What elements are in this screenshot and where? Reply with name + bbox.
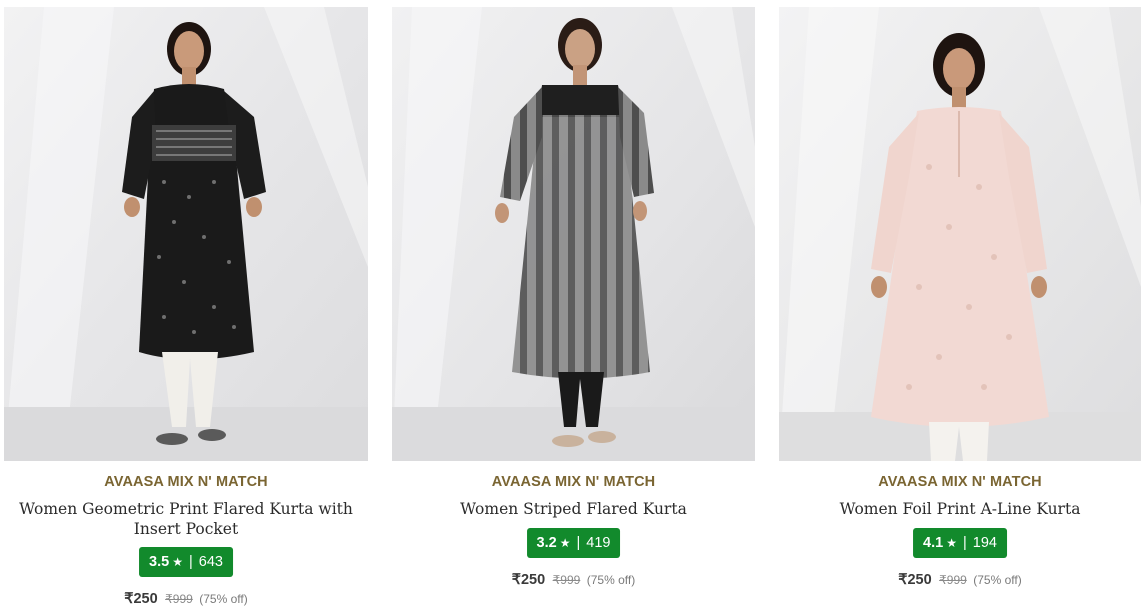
review-count: 419	[586, 535, 611, 551]
product-title[interactable]: Women Striped Flared Kurta	[392, 499, 755, 519]
rating-score: 3.2	[536, 535, 557, 551]
sale-price: ₹250	[511, 572, 546, 588]
rating-badge: 3.2 ★ | 419	[526, 528, 621, 558]
rating-score: 3.5	[149, 554, 170, 570]
product-image[interactable]	[392, 7, 755, 461]
rating-badge: 4.1 ★ | 194	[913, 528, 1007, 558]
discount-label: (75% off)	[586, 573, 636, 587]
review-count: 643	[198, 554, 223, 570]
rating-separator: |	[576, 535, 581, 551]
original-price: ₹999	[552, 573, 581, 587]
star-icon: ★	[559, 536, 571, 550]
price-row: ₹250 ₹999 (75% off)	[779, 571, 1141, 589]
original-price: ₹999	[165, 592, 193, 606]
price-row: ₹250 ₹999 (75% off)	[4, 590, 368, 608]
discount-label: (75% off)	[199, 592, 248, 606]
original-price: ₹999	[939, 573, 967, 587]
star-icon: ★	[172, 555, 183, 569]
sale-price: ₹250	[124, 591, 158, 607]
review-count: 194	[972, 535, 997, 551]
price-row: ₹250 ₹999 (75% off)	[392, 571, 755, 589]
rating-badge: 3.5 ★ | 643	[139, 547, 233, 577]
sale-price: ₹250	[898, 572, 932, 588]
rating-separator: |	[188, 554, 193, 570]
product-brand: AVAASA MIX N' MATCH	[104, 474, 268, 490]
star-icon: ★	[946, 536, 957, 550]
rating-score: 4.1	[923, 535, 944, 551]
product-image[interactable]	[779, 7, 1141, 461]
product-title[interactable]: Women Geometric Print Flared Kurta with …	[4, 499, 368, 539]
product-image[interactable]	[4, 7, 368, 461]
discount-label: (75% off)	[973, 573, 1022, 587]
product-brand: AVAASA MIX N' MATCH	[491, 474, 656, 490]
product-brand: AVAASA MIX N' MATCH	[878, 474, 1042, 490]
rating-separator: |	[962, 535, 967, 551]
product-title[interactable]: Women Foil Print A-Line Kurta	[779, 499, 1141, 519]
